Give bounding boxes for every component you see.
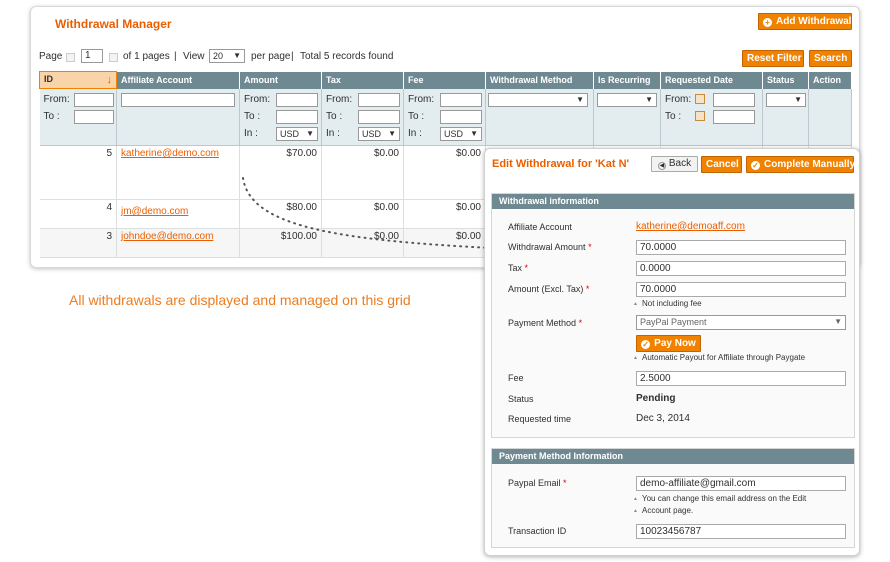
requested-time-value: Dec 3, 2014 [636,413,690,424]
tax-label: Tax * [508,263,529,273]
section-header: Withdrawal information [492,194,854,209]
affiliate-link[interactable]: katherine@demoaff.com [636,221,745,232]
status-label: Status [508,394,534,404]
tax-input[interactable]: 0.0000 [636,261,846,276]
fee-input[interactable]: 2.5000 [636,371,846,386]
pay-now-button[interactable]: ✓ Pay Now [636,335,701,352]
payment-method-select[interactable]: PayPal Payment ▼ [636,315,846,330]
requested-time-label: Requested time [508,414,572,424]
complete-manually-button[interactable]: ✓ Complete Manually [746,156,855,173]
affiliate-label: Affiliate Account [508,222,572,232]
field-note: Automatic Payout for Affiliate through P… [633,352,805,364]
paypal-email-input[interactable]: demo-affiliate@gmail.com [636,476,846,491]
chevron-down-icon: ▼ [834,317,842,326]
paypal-email-label: Paypal Email * [508,478,567,488]
edit-withdrawal-panel: Edit Withdrawal for 'Kat N' ◀ Back Cancel… [484,148,860,556]
payment-method-info-section: Payment Method Information Paypal Email … [491,448,855,548]
back-button[interactable]: ◀ Back [651,156,698,172]
check-circle-icon: ✓ [751,161,760,170]
amount-excl-tax-input[interactable]: 70.0000 [636,282,846,297]
field-note: Not including fee [633,298,702,310]
payment-method-label: Payment Method * [508,318,583,328]
field-note-continued: Account page. [633,505,693,517]
check-circle-icon: ✓ [641,340,651,349]
edit-title: Edit Withdrawal for 'Kat N' [492,158,630,170]
field-note: You can change this email address on the… [633,493,806,505]
back-icon: ◀ [657,162,666,170]
transaction-id-input[interactable]: 10023456787 [636,524,846,539]
amount-excl-tax-label: Amount (Excl. Tax) * [508,284,590,294]
cancel-button[interactable]: Cancel [701,156,742,173]
section-header: Payment Method Information [492,449,854,464]
amount-label: Withdrawal Amount * [508,242,592,252]
transaction-id-label: Transaction ID [508,526,567,536]
withdrawal-info-section: Withdrawal information Affiliate Account… [491,193,855,438]
status-value: Pending [636,393,676,404]
fee-label: Fee [508,373,524,383]
amount-input[interactable]: 70.0000 [636,240,846,255]
